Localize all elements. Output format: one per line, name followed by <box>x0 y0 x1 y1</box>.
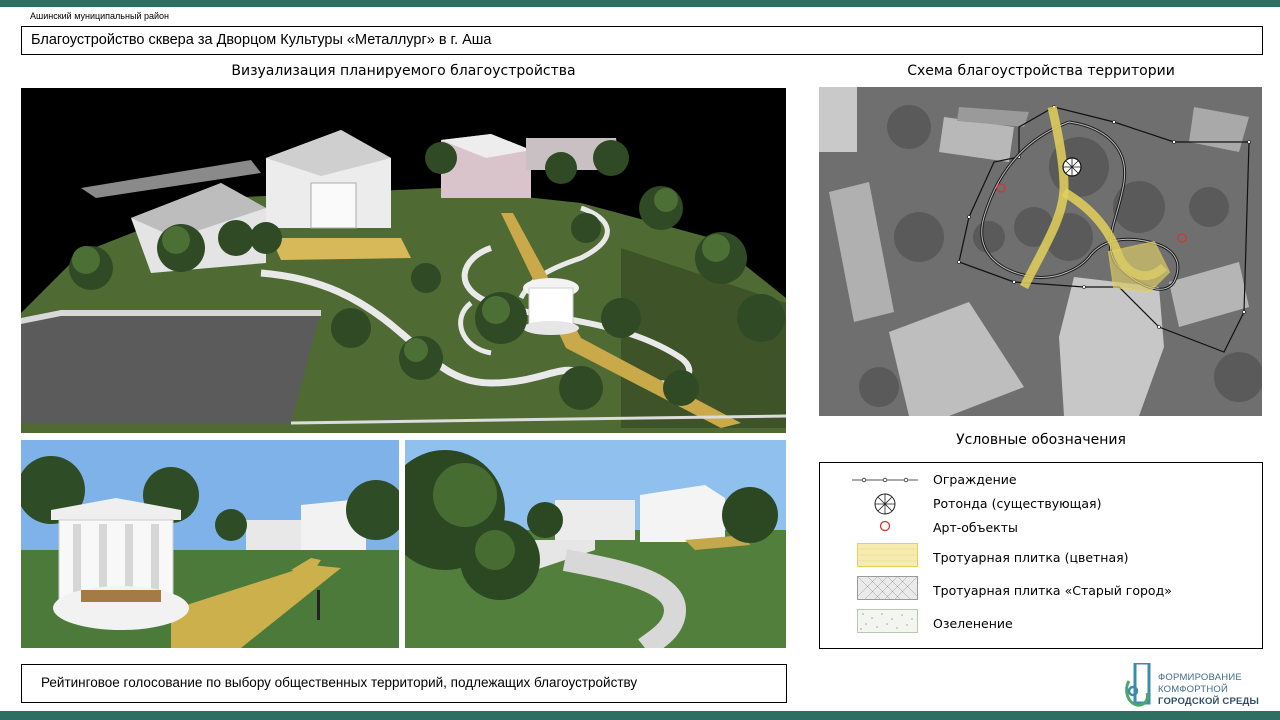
fence-line-icon <box>852 469 918 491</box>
rotunda-view-render <box>21 440 399 648</box>
rotunda-icon <box>852 493 918 515</box>
legend-panel: Ограждение Ротонда (существующая) Арт-об… <box>819 462 1263 649</box>
comfortable-urban-environment-logo: ФОРМИРОВАНИЕ КОМФОРТНОЙ ГОРОДСКОЙ СРЕДЫ <box>1125 661 1265 711</box>
art-object-circle-icon <box>852 517 918 539</box>
rating-vote-caption: Рейтинговое голосование по выбору общест… <box>21 664 787 703</box>
legend-item-art-objects: Арт-объекты <box>820 517 1264 539</box>
legend-item-old-town-paving: Тротуарная плитка «Старый город» <box>820 576 1264 604</box>
legend-item-greenery: Озеленение <box>820 609 1264 637</box>
park-path-view-render <box>405 440 786 648</box>
legend-label-greenery: Озеленение <box>933 616 1013 631</box>
main-visualization-render <box>21 88 786 433</box>
legend-label-fence: Ограждение <box>933 472 1017 487</box>
logo-line-2: КОМФОРТНОЙ <box>1158 684 1229 695</box>
legend-label-old-town-paving: Тротуарная плитка «Старый город» <box>933 583 1172 598</box>
legend-item-rotunda: Ротонда (существующая) <box>820 493 1264 515</box>
greenery-swatch-icon <box>857 609 918 633</box>
logo-line-1: ФОРМИРОВАНИЕ <box>1158 672 1242 683</box>
top-accent-bar <box>0 0 1280 7</box>
scheme-heading: Схема благоустройства территории <box>907 63 1175 79</box>
district-label: Ашинский муниципальный район <box>30 11 169 21</box>
colored-paving-swatch-icon <box>857 543 918 567</box>
page-title: Благоустройство сквера за Дворцом Культу… <box>21 26 1263 55</box>
legend-label-rotunda: Ротонда (существующая) <box>933 496 1102 511</box>
logo-emblem-icon <box>1125 661 1153 709</box>
bottom-accent-bar <box>0 711 1280 720</box>
visualization-heading: Визуализация планируемого благоустройств… <box>231 63 576 79</box>
legend-item-fence: Ограждение <box>820 469 1264 491</box>
legend-label-colored-paving: Тротуарная плитка (цветная) <box>933 550 1129 565</box>
territory-scheme-map <box>819 87 1262 416</box>
old-town-paving-swatch-icon <box>857 576 918 600</box>
legend-heading: Условные обозначения <box>956 432 1126 448</box>
legend-label-art-objects: Арт-объекты <box>933 520 1018 535</box>
logo-line-3: ГОРОДСКОЙ СРЕДЫ <box>1158 696 1260 707</box>
legend-item-colored-paving: Тротуарная плитка (цветная) <box>820 543 1264 571</box>
logo-text: ФОРМИРОВАНИЕ КОМФОРТНОЙ ГОРОДСКОЙ СРЕДЫ <box>1158 672 1259 708</box>
